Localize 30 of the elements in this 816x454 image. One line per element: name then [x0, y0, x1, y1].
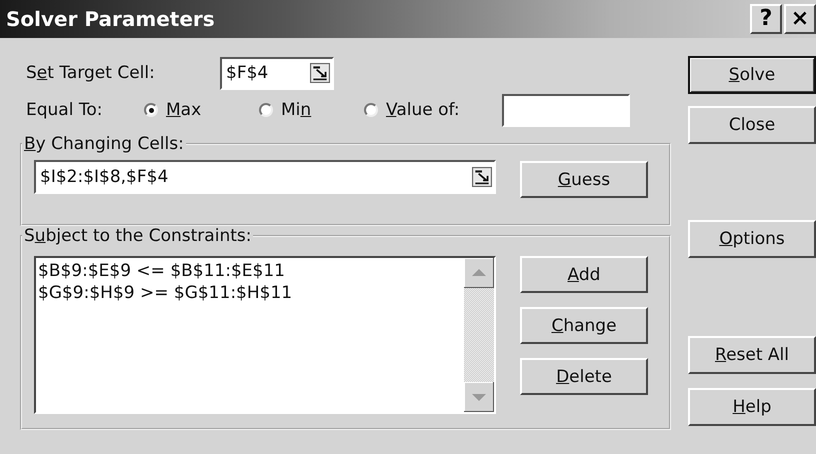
help-button[interactable]: ?: [750, 4, 782, 34]
dialog-button[interactable]: Solve: [688, 56, 816, 94]
target-cell-label: Set Target Cell:: [26, 63, 156, 83]
collapse-dialog-icon[interactable]: [310, 63, 330, 83]
dialog-button[interactable]: Reset All: [688, 336, 816, 374]
constraint-item[interactable]: $G$9:$H$9 >= $G$11:$H$11: [38, 282, 462, 304]
scroll-down-icon[interactable]: [464, 382, 494, 412]
radio-option[interactable]: Min: [259, 100, 364, 120]
constraint-button[interactable]: Add: [520, 256, 648, 293]
constraint-button[interactable]: Delete: [520, 358, 648, 395]
close-button[interactable]: ×: [784, 4, 816, 34]
target-cell-field[interactable]: $F$4: [220, 56, 334, 90]
guess-button[interactable]: Guess: [520, 161, 648, 198]
changing-cells-field[interactable]: $I$2:$I$8,$F$4: [34, 160, 496, 194]
dialog-button[interactable]: Close: [688, 106, 816, 144]
constraints-list[interactable]: $B$9:$E$9 <= $B$11:$E$11 $G$9:$H$9 >= $G$11:$H$11: [34, 256, 496, 414]
dialog-button[interactable]: Options: [688, 220, 816, 258]
constraint-item[interactable]: $B$9:$E$9 <= $B$11:$E$11: [38, 260, 462, 282]
group-title: By Changing Cells:: [23, 134, 185, 154]
window-title: Solver Parameters: [6, 7, 215, 31]
constraint-button[interactable]: Change: [520, 307, 648, 344]
radio-option[interactable]: Max: [144, 100, 259, 120]
value-field[interactable]: [502, 94, 630, 126]
radio-option[interactable]: Value of:: [364, 100, 502, 120]
equal-to-label: Equal To:: [26, 100, 104, 120]
dialog-button[interactable]: Help: [688, 388, 816, 426]
collapse-dialog-icon[interactable]: [472, 167, 492, 187]
group-title: Subject to the Constraints:: [23, 226, 252, 246]
scroll-up-icon[interactable]: [464, 258, 494, 288]
scrollbar[interactable]: [464, 258, 494, 412]
